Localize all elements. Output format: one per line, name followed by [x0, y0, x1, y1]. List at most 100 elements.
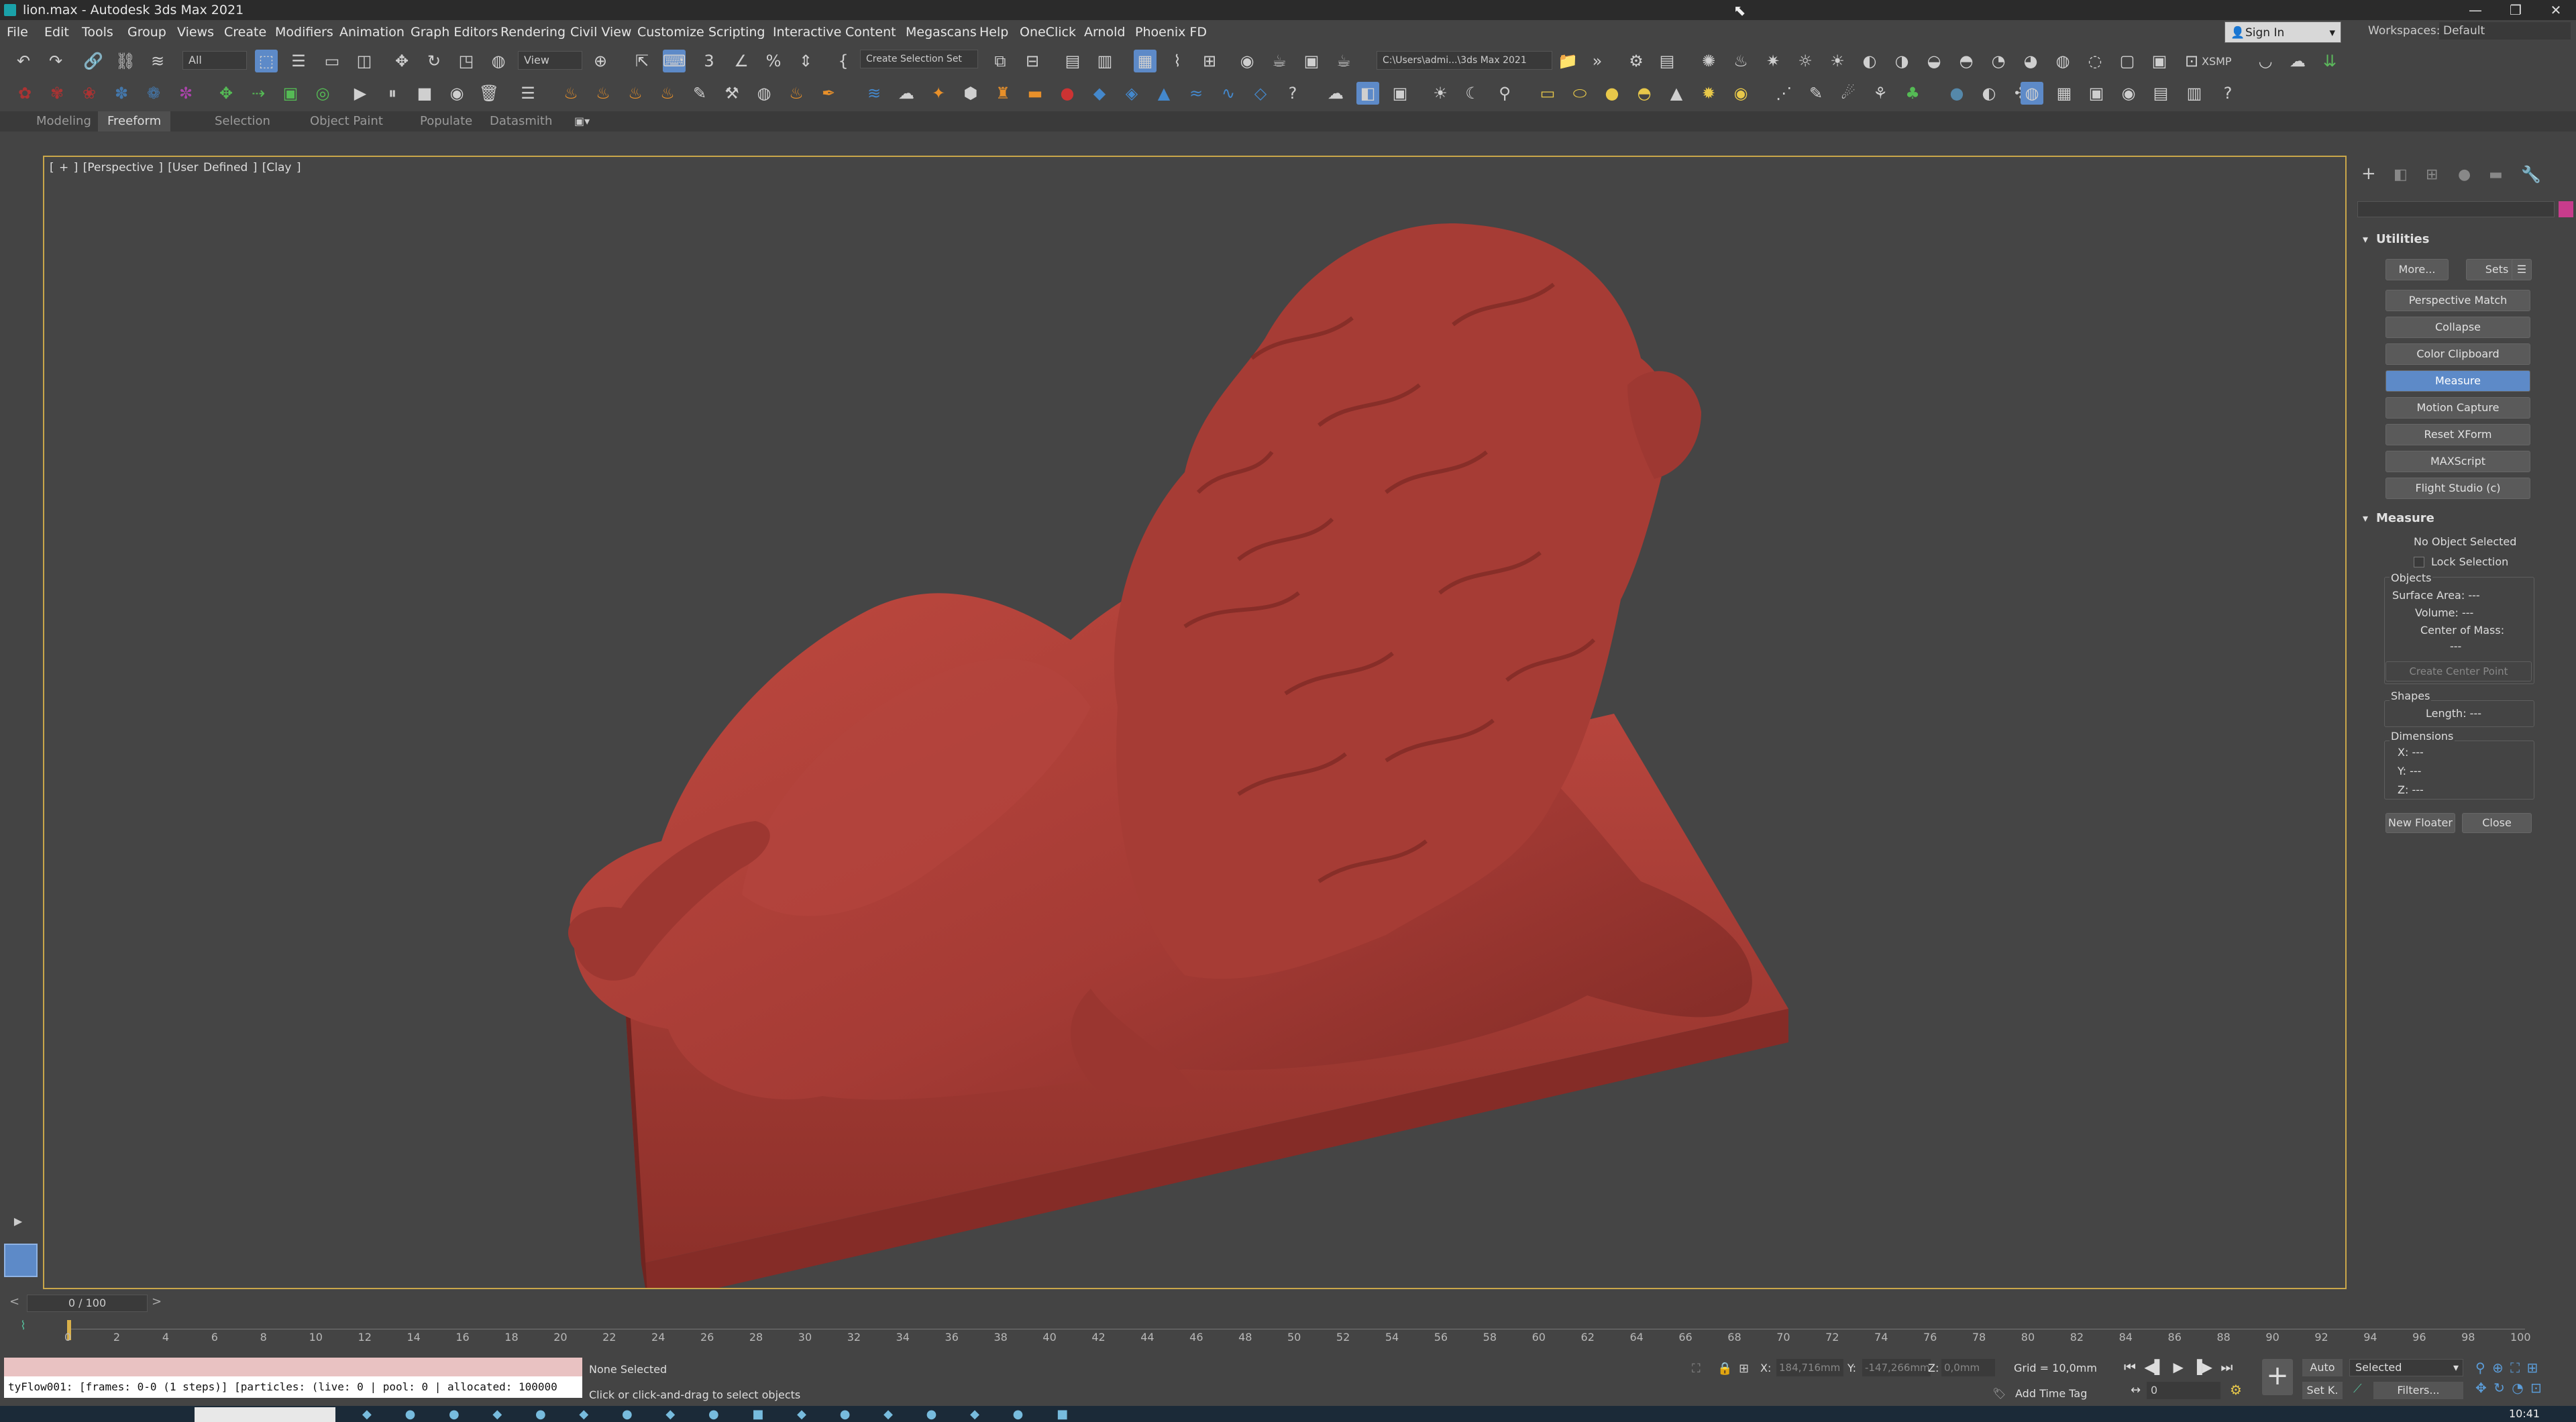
tyflow-icon[interactable]: ⚙	[1625, 50, 1648, 72]
particle-tool-6-icon[interactable]: ✼	[174, 82, 197, 105]
select-rotate-icon[interactable]: ↻	[423, 50, 445, 72]
mini-curve-editor-icon[interactable]: ⌇	[20, 1319, 26, 1333]
vray-tool-3-icon[interactable]: ⚲	[1493, 82, 1516, 105]
vray-dome-icon[interactable]: ◉	[1729, 82, 1752, 105]
notes-icon[interactable]: ▤	[1656, 50, 1678, 72]
measure-rollout-header[interactable]: Measure	[2361, 507, 2569, 530]
create-tab-icon[interactable]: +	[2361, 164, 2376, 184]
perspective-match-button[interactable]: Perspective Match	[2385, 290, 2530, 311]
bind-space-warp-icon[interactable]: ≋	[146, 50, 169, 72]
menu-edit[interactable]: Edit	[44, 20, 69, 44]
phoenix-tool-3-icon[interactable]: ♨	[624, 82, 647, 105]
layer-explorer-icon[interactable]: ▥	[1093, 50, 1116, 72]
x-coord-field[interactable]: 184,716mm	[1776, 1359, 1843, 1376]
vray-proxy-icon[interactable]: ✎	[1805, 82, 1827, 105]
play-icon[interactable]: ▶	[349, 82, 372, 105]
collapse-button[interactable]: Collapse	[2385, 317, 2530, 338]
menu-create[interactable]: Create	[224, 20, 266, 44]
project-folder-icon[interactable]: 📁	[1556, 50, 1579, 72]
render-tool-4-icon[interactable]: ◓	[1955, 50, 1978, 72]
phoenix-tool-2-icon[interactable]: ♨	[592, 82, 614, 105]
toolbar-overflow-icon[interactable]: »	[1586, 50, 1609, 72]
vray-tool-1-icon[interactable]: ☀	[1429, 82, 1452, 105]
menu-oneclick[interactable]: OneClick	[1020, 20, 1076, 44]
light-tool-2-icon[interactable]: ♨	[1729, 50, 1752, 72]
menu-scripting[interactable]: Scripting	[708, 20, 765, 44]
utilities-rollout-header[interactable]: Utilities	[2361, 228, 2569, 251]
particle-tool-2-icon[interactable]: ✾	[46, 82, 68, 105]
close-measure-button[interactable]: Close	[2462, 813, 2532, 833]
record-icon[interactable]: ◉	[445, 82, 468, 105]
vray-scatter-icon[interactable]: ♣	[1901, 82, 1924, 105]
selection-set-dropdown[interactable]: Create Selection Set	[860, 50, 978, 68]
render-tool-7-icon[interactable]: ◍	[2051, 50, 2074, 72]
key-filter-dropdown[interactable]: Selected ▾	[2349, 1359, 2463, 1376]
object-name-field[interactable]	[2357, 201, 2555, 217]
ocean-tool-4-icon[interactable]: ⬢	[959, 82, 982, 105]
tab-freeform[interactable]: Freeform	[98, 111, 171, 131]
time-slider-prev-button[interactable]: <	[9, 1295, 19, 1309]
select-link-icon[interactable]: 🔗	[82, 50, 105, 72]
light-tool-4-icon[interactable]: ☼	[1794, 50, 1817, 72]
light-tool-1-icon[interactable]: ✺	[1697, 50, 1720, 72]
track-bar[interactable]: ⌇ 0 2 4 6 8 10 12 14 16 18 20 22 24 26 28 30 32 34 36 38 40 4…	[0, 1315, 2576, 1352]
transform-tool-3-icon[interactable]: ▣	[279, 82, 302, 105]
mirror-icon[interactable]: ⧉	[989, 50, 1012, 72]
particle-tool-5-icon[interactable]: ❁	[142, 82, 165, 105]
close-window-button[interactable]: ✕	[2536, 0, 2576, 20]
menu-graph-editors[interactable]: Graph Editors	[411, 20, 498, 44]
undo-icon[interactable]: ↶	[12, 50, 35, 72]
ocean-tool-8-icon[interactable]: ◆	[1088, 82, 1111, 105]
render-tool-10-icon[interactable]: ▣	[2148, 50, 2171, 72]
workspaces-value[interactable]: Default	[2439, 22, 2571, 40]
render-tool-1-icon[interactable]: ◐	[1858, 50, 1881, 72]
render-setup-icon[interactable]: ☕	[1268, 50, 1291, 72]
stop-icon[interactable]: ■	[413, 82, 436, 105]
ocean-tool-5-icon[interactable]: ♜	[991, 82, 1014, 105]
angle-snap-icon[interactable]: ∠	[730, 50, 753, 72]
ocean-tool-7-icon[interactable]: ●	[1056, 82, 1079, 105]
render-view-icon[interactable]: ◧	[1356, 82, 1379, 105]
render-production-icon[interactable]: ☕	[1332, 50, 1355, 72]
unlink-icon[interactable]: ⛓	[114, 50, 137, 72]
render-tool-8-icon[interactable]: ◌	[2084, 50, 2106, 72]
selection-filter-dropdown[interactable]: All	[182, 51, 247, 70]
ocean-tool-11-icon[interactable]: ≈	[1185, 82, 1208, 105]
menu-megascans[interactable]: Megascans	[906, 20, 977, 44]
vray-mesh-icon[interactable]: ⚘	[1869, 82, 1892, 105]
menu-file[interactable]: File	[7, 20, 28, 44]
ocean-tool-2-icon[interactable]: ☁	[895, 82, 918, 105]
transform-tool-4-icon[interactable]: ◎	[311, 82, 334, 105]
vray-tool-7-icon[interactable]: ▦	[2053, 82, 2076, 105]
expand-viewport-layout-icon[interactable]: ▶	[9, 1213, 27, 1230]
selection-lock-icon[interactable]: 🔒	[1717, 1362, 1732, 1376]
align-icon[interactable]: ⊟	[1021, 50, 1044, 72]
tab-populate[interactable]: Populate	[411, 111, 482, 131]
ocean-tool-12-icon[interactable]: ∿	[1217, 82, 1240, 105]
phoenix-tool-6-icon[interactable]: ⚒	[720, 82, 743, 105]
menu-civil-view[interactable]: Civil View	[570, 20, 631, 44]
auto-key-button[interactable]: Auto	[2302, 1359, 2343, 1376]
vray-plane-icon[interactable]: ☄	[1837, 82, 1860, 105]
ocean-tool-6-icon[interactable]: ▬	[1024, 82, 1046, 105]
light-tool-3-icon[interactable]: ✷	[1762, 50, 1784, 72]
transform-tool-1-icon[interactable]: ✥	[215, 82, 237, 105]
maxscript-listener-input[interactable]: tyFlow001: [frames: 0-0 (1 steps)] [part…	[4, 1376, 582, 1398]
motion-tab-icon[interactable]: ●	[2458, 166, 2471, 183]
z-coord-field[interactable]: 0,0mm	[1941, 1359, 1995, 1376]
select-place-icon[interactable]: ◍	[487, 50, 510, 72]
workspaces-selector[interactable]: Workspaces: Default	[2368, 22, 2571, 40]
reset-xform-button[interactable]: Reset XForm	[2385, 424, 2530, 445]
tab-modeling[interactable]: Modeling	[27, 111, 101, 131]
vray-light-3-icon[interactable]: ●	[1601, 82, 1623, 105]
menu-arnold[interactable]: Arnold	[1084, 20, 1125, 44]
pause-icon[interactable]: ⏸	[381, 82, 404, 105]
configure-sets-icon[interactable]: ☰	[2512, 259, 2532, 280]
menu-views[interactable]: Views	[177, 20, 214, 44]
create-center-point-button[interactable]: Create Center Point	[2385, 661, 2532, 681]
vray-fur-icon[interactable]: ⋰	[1772, 82, 1795, 105]
xsmp-tool-2-icon[interactable]: ☁	[2286, 50, 2309, 72]
viewport-label[interactable]: [ + ] [Perspective ] [User Defined ] [Cl…	[50, 161, 301, 174]
set-key-icon[interactable]: +	[2262, 1359, 2293, 1395]
particle-tool-1-icon[interactable]: ✿	[13, 82, 36, 105]
